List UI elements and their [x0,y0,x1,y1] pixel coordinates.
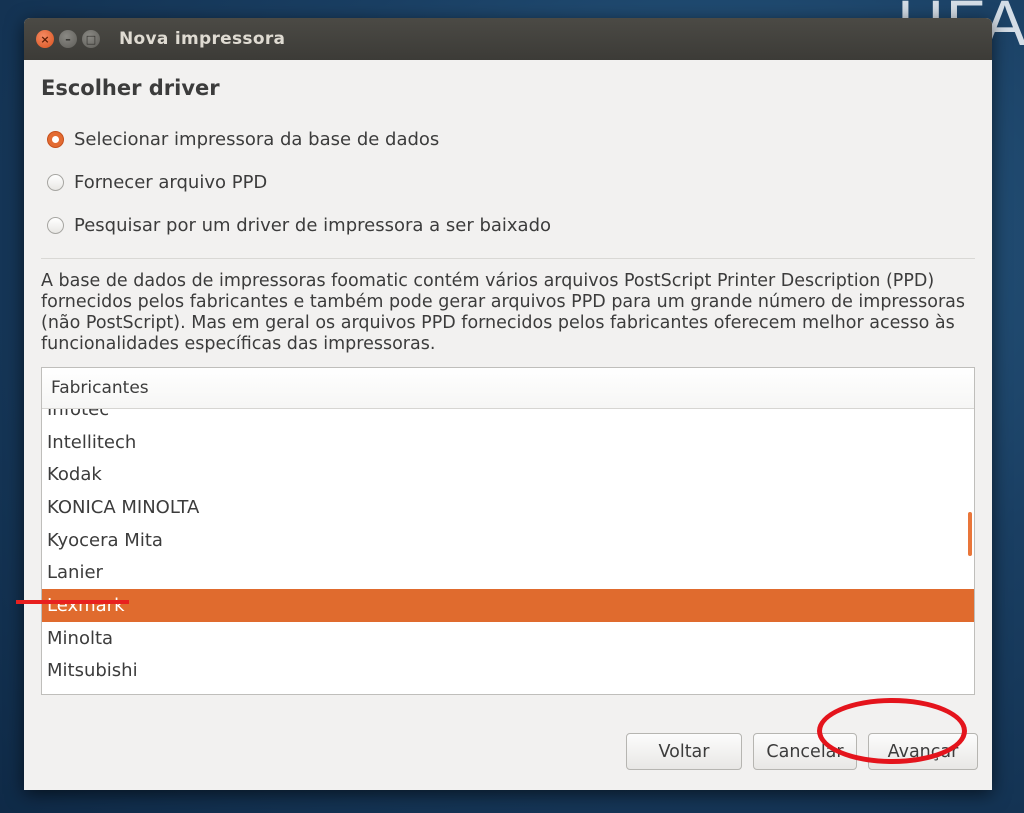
list-item[interactable]: Infotec [42,409,974,426]
radio-checked-icon[interactable] [47,131,64,148]
column-header-manufacturers[interactable]: Fabricantes [42,368,974,409]
option-database[interactable]: Selecionar impressora da base de dados [41,118,975,161]
title-bar: × – □ Nova impressora [24,18,992,60]
list-item[interactable]: Intellitech [42,426,974,459]
list-item[interactable]: Minolta [42,622,974,655]
list-item[interactable]: Mitsubishi [42,655,974,688]
back-button[interactable]: Voltar [626,733,742,770]
new-printer-dialog: × – □ Nova impressora Escolher driver Se… [24,18,992,790]
scrollbar-thumb[interactable] [968,512,972,556]
list-item[interactable]: Kyocera Mita [42,524,974,557]
list-item[interactable]: Lanier [42,556,974,589]
radio-unchecked-icon[interactable] [47,174,64,191]
radio-unchecked-icon[interactable] [47,217,64,234]
option-label: Fornecer arquivo PPD [74,172,268,193]
option-label: Pesquisar por um driver de impressora a … [74,215,552,236]
option-label: Selecionar impressora da base de dados [74,129,440,150]
maximize-icon[interactable]: □ [82,30,100,48]
list-item[interactable]: KONICA MINOLTA [42,491,974,524]
close-icon[interactable]: × [36,30,54,48]
window-title: Nova impressora [119,29,286,49]
manufacturers-list[interactable]: Fabricantes Infotec Intellitech Kodak KO… [41,367,975,695]
annotation-underline [16,600,129,604]
section-title: Escolher driver [41,76,220,100]
list-item[interactable]: Kodak [42,458,974,491]
list-item-selected[interactable]: Lexmark [42,589,974,622]
annotation-circle [817,698,967,764]
minimize-icon[interactable]: – [59,30,77,48]
description-text: A base de dados de impressoras foomatic … [41,271,965,354]
list-body: Infotec Intellitech Kodak KONICA MINOLTA… [42,409,974,694]
option-ppd-file[interactable]: Fornecer arquivo PPD [41,161,975,204]
option-search-download[interactable]: Pesquisar por um driver de impressora a … [41,204,975,247]
dialog-content: Escolher driver Selecionar impressora da… [24,60,992,695]
divider [41,258,975,259]
